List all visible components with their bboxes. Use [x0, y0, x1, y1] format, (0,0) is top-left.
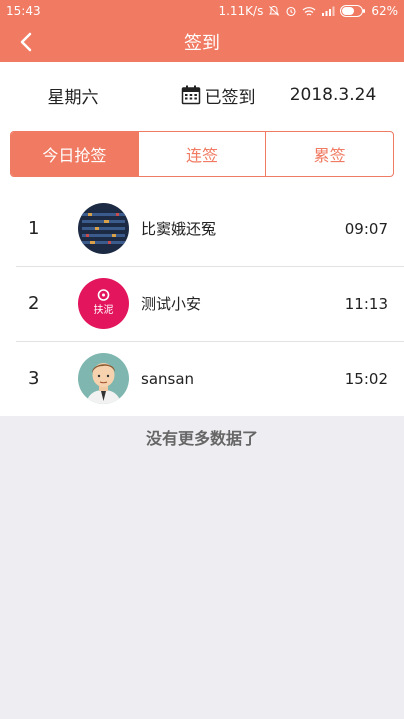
- user-name: sansan: [141, 369, 195, 388]
- status-time: 15:43: [6, 4, 41, 18]
- tab-streak[interactable]: 连签: [137, 132, 266, 176]
- list-item[interactable]: 1 比窦娥还冤 09:07: [0, 191, 404, 266]
- signed-label: 已签到: [204, 87, 256, 108]
- rank-number: 2: [28, 293, 40, 314]
- chevron-left-icon: [20, 32, 32, 52]
- tab-total[interactable]: 累签: [265, 132, 393, 176]
- list-item[interactable]: 2 扶泥 测试小安 11:13: [0, 266, 404, 341]
- user-name: 测试小安: [141, 295, 202, 313]
- signal-icon: [322, 6, 335, 16]
- avatar: [78, 353, 129, 404]
- status-right: 1.11K/s 62%: [218, 4, 398, 18]
- avatar: 扶泥: [78, 278, 129, 329]
- sign-info-row: 星期六 已签到 2018.3.24: [0, 62, 404, 128]
- back-button[interactable]: [14, 30, 38, 54]
- page-title: 签到: [184, 33, 220, 54]
- avatar: [78, 203, 129, 254]
- sign-time: 11:13: [344, 294, 388, 313]
- nav-bar: 签到: [0, 22, 404, 62]
- rank-list: 1 比窦娥还冤 09:07 2 扶泥 测试小安 11:13 3 sansan 1…: [0, 191, 404, 416]
- rank-number: 3: [28, 368, 40, 389]
- date-label: 2018.3.24: [289, 85, 377, 105]
- sign-time: 09:07: [344, 219, 388, 238]
- rank-tabs: 今日抢签 连签 累签: [10, 131, 394, 177]
- signed-status: 已签到: [158, 83, 278, 108]
- bell-off-icon: [269, 5, 280, 16]
- list-item[interactable]: 3 sansan 15:02: [0, 341, 404, 416]
- avatar-logo-text: 扶泥: [94, 303, 114, 316]
- app-header: 15:43 1.11K/s 62% 签到: [0, 0, 404, 62]
- tab-today[interactable]: 今日抢签: [11, 132, 138, 176]
- sign-time: 15:02: [344, 369, 388, 388]
- no-more-data-label: 没有更多数据了: [145, 429, 258, 448]
- status-bar: 15:43 1.11K/s 62%: [0, 0, 404, 22]
- calendar-icon: [181, 85, 200, 105]
- user-name: 比窦娥还冤: [141, 220, 217, 238]
- wifi-icon: [302, 6, 316, 16]
- battery-icon: [340, 5, 366, 17]
- weekday-label: 星期六: [47, 87, 99, 108]
- alarm-icon: [286, 6, 296, 17]
- rank-number: 1: [28, 218, 40, 239]
- battery-percent: 62%: [371, 4, 398, 18]
- net-speed: 1.11K/s: [218, 4, 264, 18]
